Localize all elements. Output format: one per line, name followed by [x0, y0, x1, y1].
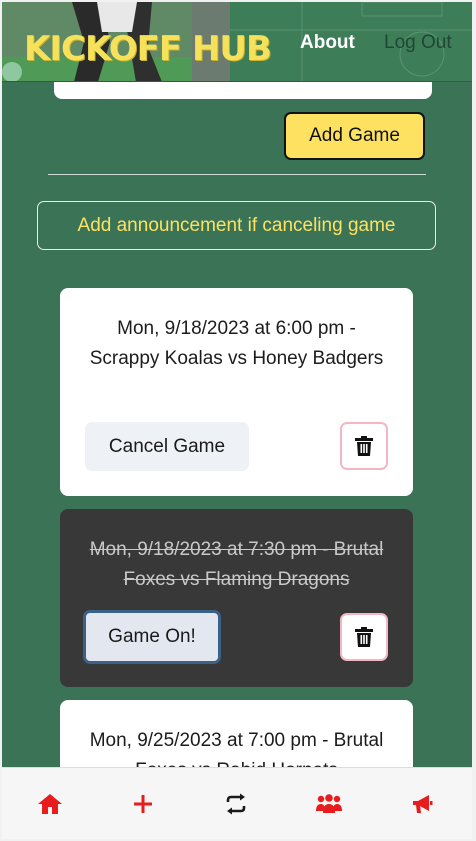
app-frame: Add Game Add announcement if canceling g…: [2, 2, 472, 839]
app-header: KICKOFF HUB About Log Out: [2, 2, 472, 82]
divider: [48, 174, 426, 175]
main-content: Add Game Add announcement if canceling g…: [2, 2, 472, 839]
cancel-game-button[interactable]: Cancel Game: [85, 422, 249, 471]
users-icon[interactable]: [315, 792, 343, 816]
plus-icon[interactable]: [129, 792, 157, 816]
bottom-nav: [2, 767, 472, 839]
trash-icon: [355, 436, 373, 456]
add-announcement-button[interactable]: Add announcement if canceling game: [37, 201, 436, 250]
game-details: Mon, 9/18/2023 at 7:30 pm - Brutal Foxes…: [89, 539, 384, 590]
app-logo[interactable]: KICKOFF HUB: [24, 32, 272, 66]
add-game-button[interactable]: Add Game: [284, 112, 425, 160]
delete-game-button[interactable]: [340, 422, 388, 470]
home-icon[interactable]: [36, 792, 64, 816]
game-card-canceled: Mon, 9/18/2023 at 7:30 pm - Brutal Foxes…: [60, 509, 413, 687]
game-details: Mon, 9/18/2023 at 6:00 pm - Scrappy Koal…: [89, 318, 384, 369]
swap-icon[interactable]: [222, 792, 250, 816]
game-on-button[interactable]: Game On!: [83, 610, 221, 664]
trash-icon: [355, 627, 373, 647]
about-link[interactable]: About: [300, 32, 355, 54]
delete-game-button[interactable]: [340, 613, 388, 661]
megaphone-icon[interactable]: [408, 792, 436, 816]
game-card: Mon, 9/18/2023 at 6:00 pm - Scrappy Koal…: [60, 288, 413, 496]
logout-link[interactable]: Log Out: [384, 32, 452, 54]
